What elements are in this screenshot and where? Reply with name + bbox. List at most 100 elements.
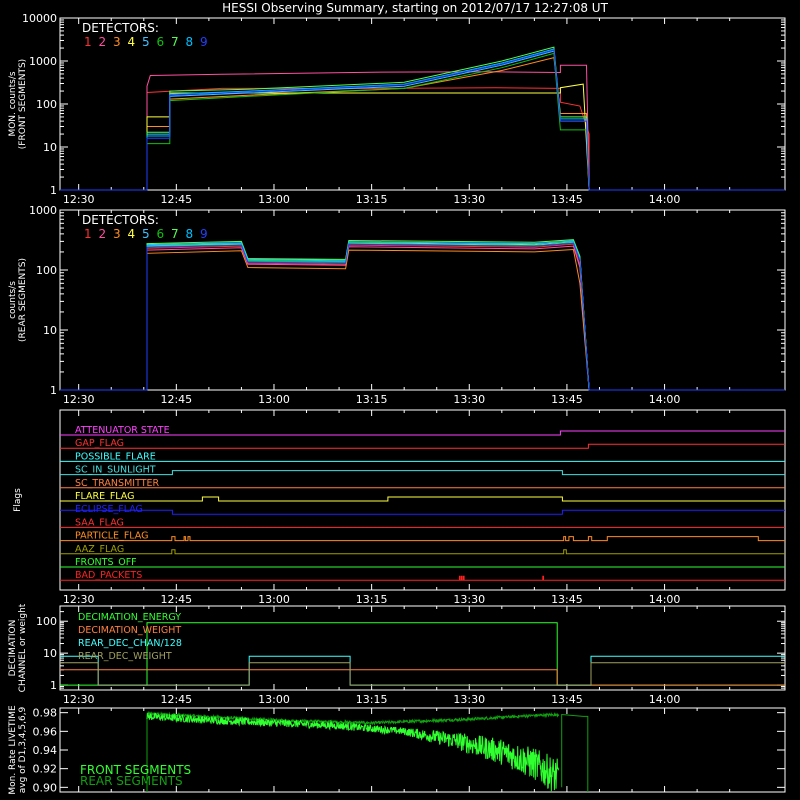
flags-y-axis-label: Flags: [13, 488, 23, 512]
front-legend-item: 3: [113, 35, 121, 49]
front-y-tick-label: 10: [43, 141, 57, 154]
rear-legend-title: DETECTORS:: [82, 213, 159, 227]
rear-series-line: [60, 245, 785, 391]
rear-series-line: [60, 240, 785, 391]
front-legend-item: 8: [186, 35, 194, 49]
decimation-y-axis-label: DECIMATION: [8, 620, 18, 677]
flags-x-tick-label: 12:30: [63, 593, 95, 606]
rear-y-tick-label: 10: [43, 324, 57, 337]
flags-x-tick-label: 12:45: [160, 593, 192, 606]
rear-legend-item: 6: [157, 227, 165, 241]
flags-x-tick-label: 13:00: [258, 593, 290, 606]
rear-x-tick-label: 13:30: [453, 393, 485, 406]
decimation-legend-item: REAR_DEC_CHAN/128: [78, 638, 182, 649]
decimation-series-line: [60, 669, 785, 686]
livetime-y-axis-label: Mon. Rate LIVETIME: [8, 705, 18, 795]
front-y-tick-label: 10000: [22, 12, 57, 25]
rear-legend-item: 4: [128, 227, 136, 241]
rear-series-line: [60, 239, 785, 391]
front-y-tick-label: 1000: [29, 55, 57, 68]
front-series-line: [60, 52, 785, 191]
rear-legend-item: 2: [99, 227, 107, 241]
flag-line: [60, 443, 785, 449]
flag-label: ECLIPSE_FLAG: [75, 504, 143, 515]
front-x-tick-label: 13:45: [551, 193, 583, 206]
flag-label: FLARE_FLAG: [75, 491, 135, 502]
rear-legend-item: 1: [84, 227, 92, 241]
decimation-x-tick-label: 13:30: [453, 693, 485, 706]
decimation-x-tick-label: 13:45: [551, 693, 583, 706]
flag-label: POSSIBLE_FLARE: [75, 451, 156, 462]
rear-series-line: [60, 242, 785, 391]
livetime-y-tick-label: 0.98: [33, 707, 58, 720]
rear-x-tick-label: 13:45: [551, 393, 583, 406]
front-x-tick-label: 13:30: [453, 193, 485, 206]
rear-series-line: [60, 243, 785, 391]
decimation-series-line: [60, 662, 785, 686]
flags-panel: 12:30 12:45 13:00 13:15 13:30 13:45 14:00 Flags…: [13, 409, 786, 606]
flag-label: SAA_FLAG: [75, 517, 124, 528]
flag-label: ATTENUATOR STATE: [75, 425, 170, 436]
rear-x-tick-label: 12:45: [160, 393, 192, 406]
livetime-y-axis-label: avg of D1,3,4,5,6,9: [18, 706, 28, 793]
front-y-tick-label: 1: [50, 184, 57, 197]
front-y-axis-label: (FRONT SEGMENTS): [18, 59, 28, 149]
decimation-y-axis-label: CHANNEL or weight: [18, 603, 28, 692]
flag-label: GAP_FLAG: [75, 438, 124, 449]
flag-label: SC_TRANSMITTER: [75, 478, 160, 489]
decimation-x-tick-label: 14:00: [649, 693, 681, 706]
front-legend-item: 2: [99, 35, 107, 49]
flags-x-tick-label: 13:45: [551, 593, 583, 606]
flag-line: [60, 470, 785, 476]
rear-legend-item: 5: [142, 227, 150, 241]
decimation-x-tick-label: 12:30: [63, 693, 95, 706]
livetime-y-tick-label: 0.96: [33, 725, 58, 738]
livetime-panel: Mon. Rate LIVETIME avg of D1,3,4,5,6,9 0.9…: [8, 705, 786, 795]
front-series-line: [60, 48, 785, 191]
front-legend-item: 7: [171, 35, 179, 49]
livetime-y-tick-label: 0.90: [33, 781, 58, 794]
front-series-line: [60, 87, 785, 191]
rear-panel: 12:30 12:45 13:00 13:15 13:30 13:45 14:00 1 10 10…: [8, 204, 786, 406]
livetime-edge-line: [561, 713, 589, 792]
decimation-y-tick-label: 10: [43, 647, 57, 660]
rear-legend-item: 7: [171, 227, 179, 241]
decimation-legend-item: REAR_DEC_WEIGHT: [78, 651, 172, 662]
rear-series-line: [60, 248, 785, 391]
front-x-tick-label: 13:15: [356, 193, 388, 206]
front-x-tick-label: 12:30: [63, 193, 95, 206]
front-legend-title: DETECTORS:: [82, 21, 159, 35]
rear-legend-item: 9: [200, 227, 208, 241]
flag-line: [60, 549, 785, 555]
livetime-series-line: [146, 712, 560, 792]
flag-label: AAZ_FLAG: [75, 544, 124, 555]
flags-frame: [59, 409, 786, 591]
chart-title: HESSI Observing Summary, starting on 201…: [222, 1, 608, 15]
front-series-line: [60, 46, 785, 191]
rear-y-tick-label: 100: [36, 264, 57, 277]
rear-frame: [59, 209, 786, 391]
rear-y-tick-label: 1000: [29, 204, 57, 217]
rear-series-line: [60, 240, 785, 391]
flag-line: [60, 575, 785, 581]
decimation-legend-item: DECIMATION_ENERGY: [78, 612, 181, 623]
rear-y-axis-label: (REAR SEGMENTS): [18, 258, 28, 342]
front-legend-item: 5: [142, 35, 150, 49]
rear-series-line: [60, 242, 785, 391]
front-legend-item: 1: [84, 35, 92, 49]
front-frame: [59, 17, 786, 191]
front-y-axis-label: MON. counts/s: [8, 71, 18, 136]
flag-label: FRONTS_OFF: [75, 557, 137, 568]
rear-y-tick-label: 1: [50, 384, 57, 397]
decimation-panel: 12:30 12:45 13:00 13:15 13:30 13:45 14:00 1 10 10…: [8, 603, 786, 706]
flag-label: SC_IN_SUNLIGHT: [75, 465, 156, 476]
rear-x-tick-label: 13:15: [356, 393, 388, 406]
front-legend-item: 4: [128, 35, 136, 49]
front-legend-item: 9: [200, 35, 208, 49]
observing-summary-figure: HESSI Observing Summary, starting on 201…: [0, 0, 800, 800]
front-series-line: [60, 83, 785, 191]
rear-y-axis-label: counts/s: [8, 281, 18, 319]
rear-series-line: [60, 241, 785, 391]
front-series-line: [60, 49, 785, 191]
flags-x-tick-label: 13:30: [453, 593, 485, 606]
